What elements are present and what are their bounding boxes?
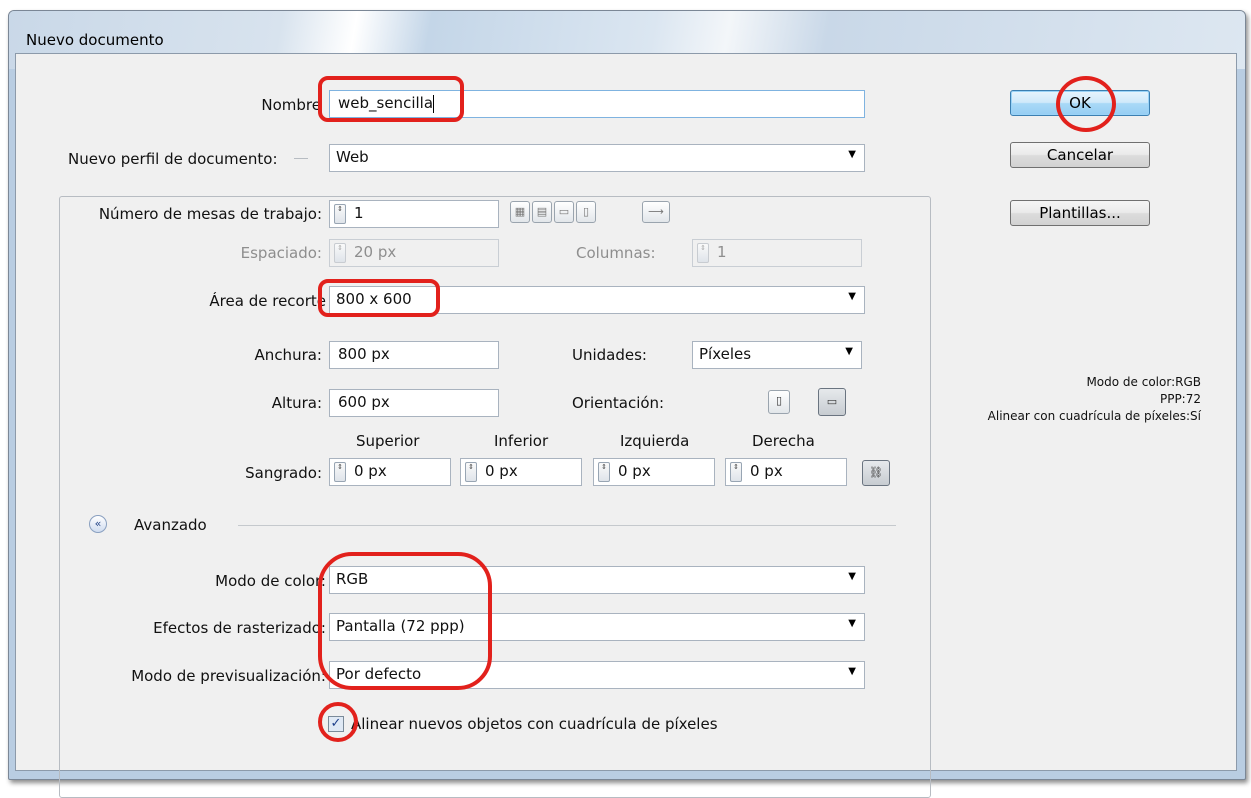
profile-select[interactable]: Web ▼ (329, 144, 865, 172)
spin-arrows-icon[interactable]: ⇕ (334, 462, 346, 482)
spin-arrows-icon[interactable]: ⇕ (334, 204, 346, 224)
size-label: Área de recorte (209, 292, 326, 310)
spacing-label: Espaciado: (240, 244, 322, 262)
cancel-button[interactable]: Cancelar (1010, 142, 1150, 168)
chevron-down-icon: ▼ (848, 291, 856, 302)
bleed-right-header: Derecha (752, 432, 815, 450)
units-select[interactable]: Píxeles ▼ (692, 341, 862, 369)
dialog-title: Nuevo documento (26, 31, 164, 49)
columns-label: Columnas: (576, 244, 656, 262)
bleed-label: Sangrado: (245, 464, 322, 482)
spin-arrows-icon[interactable]: ⇕ (465, 462, 477, 482)
bleed-top-header: Superior (356, 432, 420, 450)
bleed-top-input[interactable]: ⇕ 0 px (329, 458, 451, 486)
annotation-advanced-highlight (318, 552, 492, 690)
artboards-label: Número de mesas de trabajo: (98, 205, 322, 223)
raster-effects-label: Efectos de rasterizado: (153, 619, 326, 637)
info-color-mode: Modo de color:RGB (1086, 375, 1201, 389)
link-bleed-icon[interactable]: ⛓ (862, 460, 890, 486)
portrait-orientation-icon[interactable]: ▯ (768, 390, 790, 414)
arrange-by-column-icon[interactable]: ▯ (576, 201, 596, 223)
document-info: Modo de color:RGB PPP:72 Alinear con cua… (916, 374, 1201, 425)
annotation-checkbox-highlight (318, 702, 358, 742)
advanced-separator (238, 525, 896, 526)
spin-arrows-icon[interactable]: ⇕ (730, 462, 742, 482)
annotation-size-highlight (318, 279, 440, 317)
align-pixel-grid-label: Alinear nuevos objetos con cuadrícula de… (351, 715, 718, 733)
bleed-bottom-header: Inferior (494, 432, 549, 450)
spin-arrows-icon[interactable]: ⇕ (334, 243, 346, 263)
chevron-down-icon: ▼ (848, 149, 856, 160)
grid-by-row-icon[interactable]: ▦ (510, 201, 530, 223)
dialog-body: Nombre web_sencilla Nuevo perfil de docu… (15, 53, 1237, 798)
bleed-bottom-input[interactable]: ⇕ 0 px (460, 458, 582, 486)
bleed-left-input[interactable]: ⇕ 0 px (593, 458, 715, 486)
landscape-orientation-icon[interactable]: ▭ (818, 388, 846, 416)
bleed-left-header: Izquierda (620, 432, 690, 450)
spin-arrows-icon[interactable]: ⇕ (697, 243, 709, 263)
chevron-down-icon: ▼ (848, 571, 856, 582)
bleed-right-input[interactable]: ⇕ 0 px (725, 458, 847, 486)
color-mode-label: Modo de color: (215, 572, 326, 590)
height-input[interactable]: 600 px (329, 389, 499, 417)
grid-by-column-icon[interactable]: ▤ (532, 201, 552, 223)
width-label: Anchura: (254, 346, 322, 364)
right-to-left-layout-icon[interactable]: ⟶ (642, 201, 670, 223)
units-label: Unidades: (572, 346, 647, 364)
chevron-down-icon: ▼ (845, 346, 853, 357)
templates-button[interactable]: Plantillas... (1010, 200, 1150, 226)
annotation-ok-highlight (1056, 76, 1116, 132)
name-label: Nombre (261, 96, 321, 114)
columns-input[interactable]: ⇕ 1 (692, 239, 862, 267)
width-input[interactable]: 800 px (329, 341, 499, 369)
info-pixel-grid: Alinear con cuadrícula de píxeles:Sí (987, 409, 1201, 423)
collapse-advanced-icon[interactable]: « (89, 515, 107, 533)
profile-connector (294, 158, 308, 159)
new-document-dialog: Nuevo documento Nombre web_sencilla Nuev… (8, 10, 1246, 798)
advanced-label: Avanzado (134, 516, 207, 534)
arrange-by-row-icon[interactable]: ▭ (554, 201, 574, 223)
profile-label: Nuevo perfil de documento: (66, 150, 281, 168)
preview-mode-label: Modo de previsualización: (131, 667, 326, 685)
info-ppi: PPP:72 (1159, 392, 1201, 406)
chevron-down-icon: ▼ (848, 618, 856, 629)
orientation-label: Orientación: (572, 394, 665, 412)
spin-arrows-icon[interactable]: ⇕ (598, 462, 610, 482)
height-label: Altura: (271, 394, 322, 412)
artboards-input[interactable]: ⇕ 1 (329, 200, 499, 228)
annotation-name-highlight (318, 76, 464, 122)
spacing-input[interactable]: ⇕ 20 px (329, 239, 499, 267)
chevron-down-icon: ▼ (848, 666, 856, 677)
